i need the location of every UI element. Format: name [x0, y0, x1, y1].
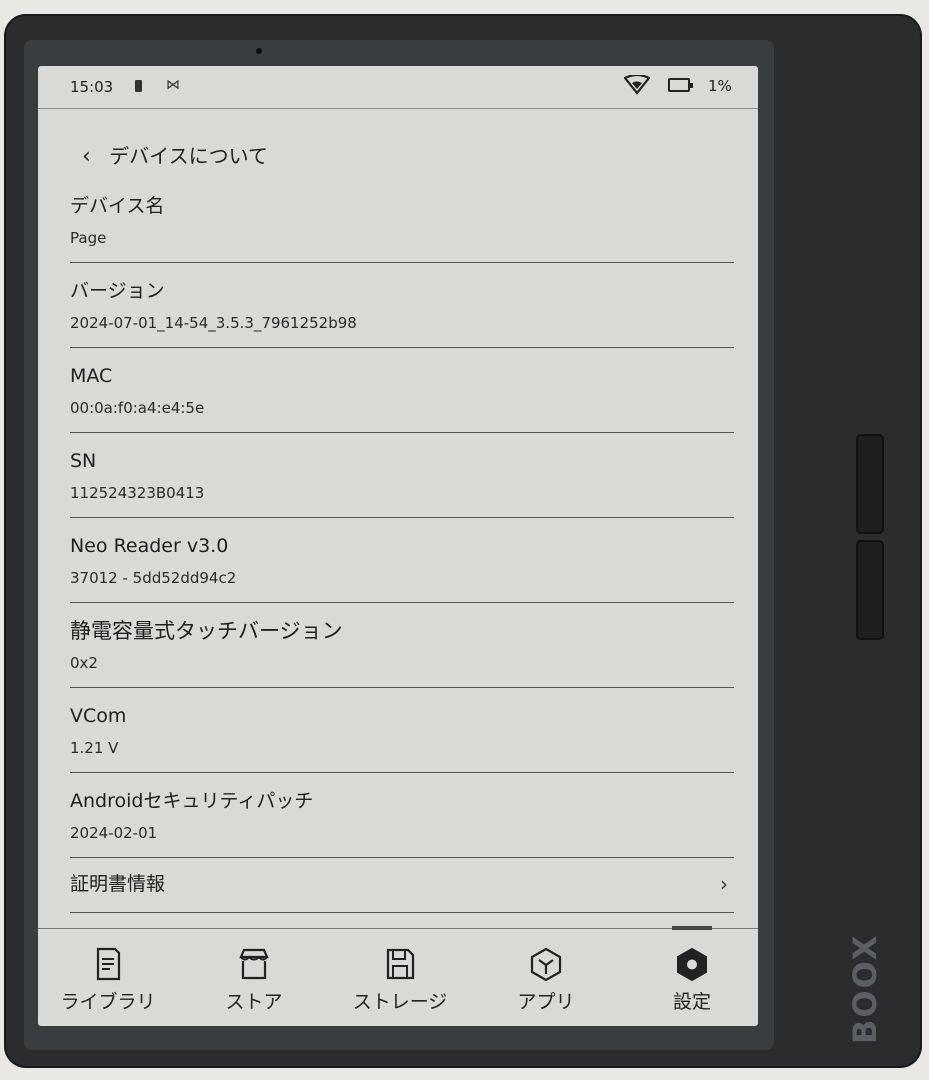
wifi-icon: [623, 73, 651, 99]
page-up-button[interactable]: [856, 434, 884, 534]
nav-library[interactable]: ライブラリ: [38, 947, 178, 1014]
info-item-version: バージョン 2024-07-01_14-54_3.5.3_7961252b98: [70, 263, 734, 348]
certificate-info-label: 証明書情報: [70, 873, 166, 895]
page-header: ‹ デバイスについて: [82, 140, 268, 169]
nav-settings[interactable]: 設定: [622, 947, 758, 1014]
page-turn-buttons[interactable]: [856, 434, 884, 640]
nav-apps[interactable]: アプリ: [476, 947, 616, 1014]
page-down-button[interactable]: [856, 540, 884, 640]
info-value: 112524323B0413: [70, 484, 205, 502]
nav-label: アプリ: [517, 991, 575, 1013]
apps-icon: [530, 947, 562, 981]
info-label: VCom: [70, 705, 127, 727]
info-label: Androidセキュリティパッチ: [70, 790, 314, 812]
info-label: バージョン: [70, 280, 165, 302]
page-title: デバイスについて: [109, 144, 268, 168]
battery-small-icon: [135, 80, 142, 92]
info-label: 静電容量式タッチバージョン: [70, 619, 343, 643]
mail-icon: ⋈: [166, 77, 180, 93]
settings-icon: [677, 947, 707, 981]
battery-percent: 1%: [708, 77, 732, 95]
front-sensor: [256, 48, 262, 54]
bottom-navigation: ライブラリ ストア ストレージ アプリ 設定: [38, 926, 758, 1026]
info-label: SN: [70, 450, 97, 472]
info-value: Page: [70, 229, 107, 247]
certificate-info-link[interactable]: 証明書情報 ›: [70, 858, 734, 913]
info-item-vcom: VCom 1.21 V: [70, 688, 734, 773]
nav-storage[interactable]: ストレージ: [330, 947, 470, 1014]
back-chevron-icon[interactable]: ‹: [82, 144, 91, 169]
nav-store[interactable]: ストア: [184, 947, 324, 1014]
info-value: 37012 - 5dd52dd94c2: [70, 569, 237, 587]
storage-icon: [386, 948, 415, 980]
status-bar: 15:03 ⋈ 1%: [38, 66, 758, 109]
chevron-right-icon: ›: [720, 872, 728, 896]
nav-label: 設定: [672, 991, 711, 1013]
info-item-device-name: デバイス名 Page: [70, 178, 734, 263]
info-value: 2024-07-01_14-54_3.5.3_7961252b98: [70, 314, 357, 332]
active-tab-indicator: [672, 926, 712, 930]
device-info-list: デバイス名 Page バージョン 2024-07-01_14-54_3.5.3_…: [70, 178, 734, 913]
nav-label: ストア: [225, 991, 283, 1013]
store-icon: [239, 948, 269, 980]
nav-label: ストレージ: [352, 991, 448, 1013]
info-item-touch-version: 静電容量式タッチバージョン 0x2: [70, 603, 734, 688]
status-time: 15:03: [70, 78, 114, 96]
info-label: デバイス名: [70, 195, 165, 217]
info-value: 00:0a:f0:a4:e4:5e: [70, 399, 205, 417]
info-item-security-patch: Androidセキュリティパッチ 2024-02-01: [70, 773, 734, 858]
info-value: 2024-02-01: [70, 824, 158, 842]
info-value: 0x2: [70, 654, 98, 672]
library-icon: [96, 947, 121, 981]
nav-label: ライブラリ: [60, 991, 156, 1013]
info-item-mac: MAC 00:0a:f0:a4:e4:5e: [70, 348, 734, 433]
info-value: 1.21 V: [70, 739, 119, 757]
brand-logo: BOOX: [846, 933, 884, 1044]
eink-screen: 15:03 ⋈ 1% ‹ デバイスについて デバイス名 Page バージョン 2…: [38, 66, 758, 1026]
info-label: MAC: [70, 365, 113, 387]
info-item-neo-reader: Neo Reader v3.0 37012 - 5dd52dd94c2: [70, 518, 734, 603]
info-item-sn: SN 112524323B0413: [70, 433, 734, 518]
info-label: Neo Reader v3.0: [70, 535, 229, 557]
battery-icon: [668, 78, 693, 92]
